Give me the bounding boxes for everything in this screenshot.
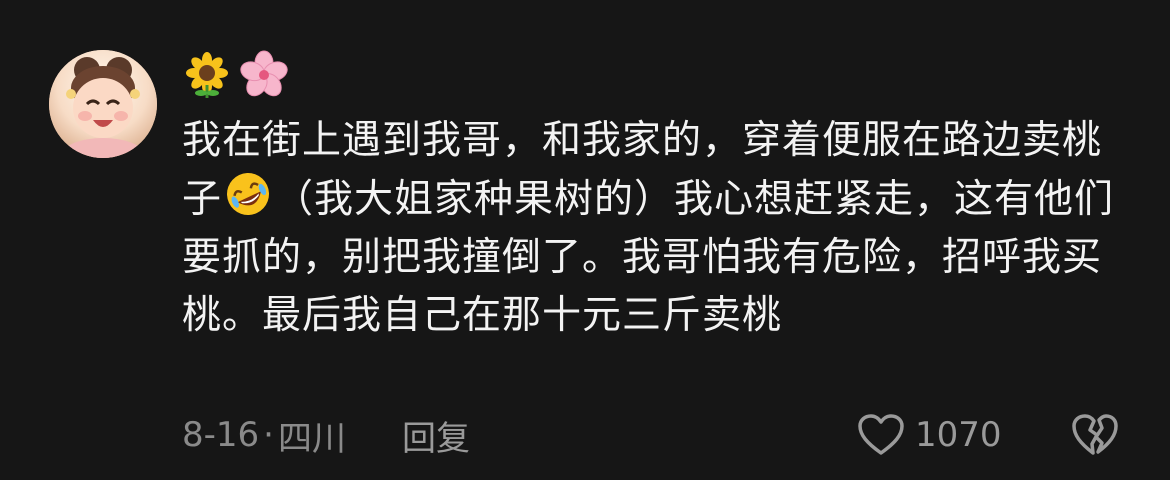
avatar[interactable] bbox=[49, 50, 157, 158]
comment-text-part2: （我大姐家种果树的）我心想赶紧走，这有他们要抓的，别把我撞倒了。我哥怕我有危险，… bbox=[182, 177, 1115, 338]
comment-item: 我在街上遇到我哥，和我家的，穿着便服在路边卖桃子 （我大姐家种果树的）我心想赶紧… bbox=[0, 0, 1170, 480]
cherry-blossom-icon bbox=[240, 50, 288, 97]
dislike-button[interactable] bbox=[1070, 410, 1120, 460]
comment-location: 四川 bbox=[277, 418, 346, 459]
comment-date: 8-16 bbox=[182, 415, 260, 455]
broken-heart-icon bbox=[1072, 414, 1118, 455]
user-badge-emojis bbox=[183, 47, 289, 103]
sunflower-icon bbox=[186, 52, 228, 98]
meta-separator: · bbox=[263, 415, 274, 455]
reply-button[interactable]: 回复 bbox=[402, 411, 470, 460]
comment-text: 我在街上遇到我哥，和我家的，穿着便服在路边卖桃子 （我大姐家种果树的）我心想赶紧… bbox=[182, 112, 1117, 345]
comment-meta: 8-16 · 四川 回复 bbox=[182, 410, 470, 460]
like-count: 1070 bbox=[915, 415, 1002, 455]
heart-outline-icon bbox=[858, 414, 904, 455]
like-button[interactable]: 1070 bbox=[857, 410, 1002, 460]
rofl-emoji-icon bbox=[224, 170, 272, 218]
avatar-image bbox=[49, 50, 157, 158]
